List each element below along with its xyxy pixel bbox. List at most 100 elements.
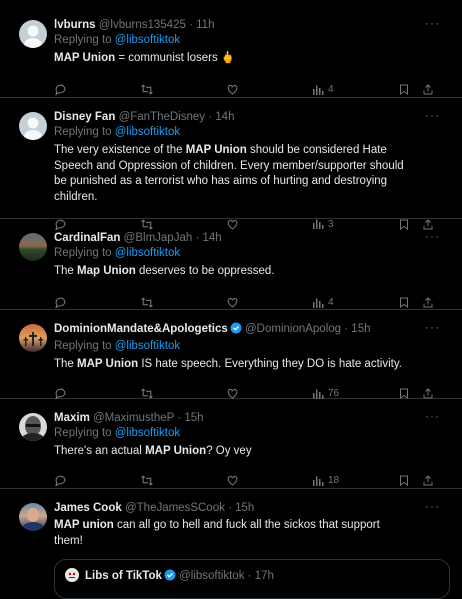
tweet-text: There's an actual MAP Union? Oy vey — [54, 444, 450, 460]
replying-prefix: Replying to — [54, 126, 115, 138]
more-options-icon[interactable]: ··· — [425, 230, 440, 242]
tweet-text: MAP union can all go to hell and fuck al… — [54, 518, 450, 549]
more-options-icon[interactable]: ··· — [425, 410, 440, 422]
bookmark-button[interactable] — [398, 296, 410, 309]
bookmark-icon — [400, 475, 408, 486]
user-handle[interactable]: @TheJamesSCook — [125, 502, 225, 514]
timestamp[interactable]: 14h — [215, 111, 234, 123]
reply-tweet[interactable]: CardinalFan @BlmJapJah · 14h ··· Replyin… — [0, 219, 462, 310]
share-icon — [423, 297, 433, 308]
bookmark-button[interactable] — [398, 83, 410, 96]
tweet-header: lvburns @lvburns135425 · 11h — [54, 18, 450, 32]
replying-to: Replying to @libsoftiktok — [54, 339, 450, 354]
like-button[interactable] — [226, 83, 254, 96]
replying-prefix: Replying to — [54, 247, 115, 259]
like-button[interactable] — [226, 296, 254, 309]
share-button[interactable] — [422, 83, 434, 96]
reply-tweet[interactable]: Maxim @MaximustheP · 15h ··· Replying to… — [0, 399, 462, 489]
like-button[interactable] — [226, 474, 254, 487]
tweet-header: DominionMandate&Apologetics @DominionApo… — [54, 322, 450, 338]
share-button[interactable] — [422, 296, 434, 309]
avatar[interactable] — [19, 503, 47, 531]
bookmark-icon — [400, 84, 408, 95]
retweet-icon — [141, 475, 153, 486]
retweet-button[interactable] — [140, 474, 168, 487]
user-handle[interactable]: @BlmJapJah — [124, 232, 193, 244]
retweet-button[interactable] — [140, 83, 168, 96]
display-name[interactable]: James Cook — [54, 502, 122, 514]
separator-dot: · — [195, 232, 200, 244]
tweet-text-bold: MAP Union — [54, 52, 116, 64]
bookmark-button[interactable] — [398, 474, 410, 487]
reply-button[interactable] — [54, 83, 82, 96]
avatar[interactable] — [19, 20, 47, 48]
separator-dot: · — [208, 111, 213, 123]
avatar[interactable] — [19, 413, 47, 441]
quoted-display-name[interactable]: Libs of TikTok — [85, 570, 162, 582]
views-button[interactable]: 4 — [312, 84, 340, 96]
quoted-tweet[interactable]: Libs of TikTok @libsoftiktok · 17h — [54, 559, 450, 599]
more-options-icon[interactable]: ··· — [425, 109, 440, 121]
separator-dot: · — [189, 19, 193, 31]
replying-to-user[interactable]: @libsoftiktok — [115, 340, 180, 352]
display-name[interactable]: Disney Fan — [54, 111, 115, 123]
views-icon — [313, 85, 324, 95]
more-options-icon[interactable]: ··· — [425, 17, 440, 29]
avatar[interactable] — [19, 112, 47, 140]
tweet-text-bold: MAP union — [54, 519, 114, 531]
replying-to-user[interactable]: @libsoftiktok — [115, 126, 180, 138]
timestamp[interactable]: 15h — [351, 323, 370, 335]
replying-to-user[interactable]: @libsoftiktok — [115, 247, 180, 259]
replying-to: Replying to @libsoftiktok — [54, 33, 450, 48]
quoted-timestamp[interactable]: 17h — [255, 570, 274, 582]
reply-button[interactable] — [54, 296, 82, 309]
separator-dot: · — [247, 570, 252, 582]
reply-icon — [55, 475, 66, 487]
quoted-avatar[interactable] — [65, 568, 79, 582]
tweet-text-pre: The very existence of the — [54, 144, 186, 156]
tweet-text-bold: Map Union — [77, 265, 136, 277]
replying-to-user[interactable]: @libsoftiktok — [115, 427, 180, 439]
reply-tweet[interactable]: lvburns @lvburns135425 · 11h ··· Replyin… — [0, 6, 462, 98]
user-handle[interactable]: @lvburns135425 — [99, 19, 186, 31]
timestamp[interactable]: 11h — [196, 19, 214, 31]
share-icon — [423, 475, 433, 486]
user-handle[interactable]: @FanTheDisney — [119, 111, 205, 123]
replying-to-user[interactable]: @libsoftiktok — [115, 34, 180, 46]
separator-dot: · — [177, 412, 182, 424]
replying-prefix: Replying to — [54, 34, 115, 46]
user-handle[interactable]: @DominionApolog — [245, 323, 341, 335]
timestamp[interactable]: 15h — [235, 502, 254, 514]
more-options-icon[interactable]: ··· — [425, 500, 440, 512]
reply-icon — [55, 297, 66, 309]
views-button[interactable]: 76 — [312, 388, 340, 400]
share-button[interactable] — [422, 474, 434, 487]
extra-actions — [398, 296, 434, 309]
reply-tweet[interactable]: James Cook @TheJamesSCook · 15h ··· MAP … — [0, 489, 462, 599]
views-icon — [313, 476, 324, 486]
reply-button[interactable] — [54, 474, 82, 487]
heart-icon — [227, 475, 238, 486]
avatar[interactable] — [19, 324, 47, 352]
timestamp[interactable]: 14h — [202, 232, 221, 244]
extra-actions — [398, 474, 434, 487]
reply-tweet[interactable]: Disney Fan @FanTheDisney · 14h ··· Reply… — [0, 98, 462, 230]
more-options-icon[interactable]: ··· — [425, 321, 440, 333]
display-name[interactable]: Maxim — [54, 412, 90, 424]
tweet-text: The MAP Union IS hate speech. Everything… — [54, 357, 450, 373]
quoted-user-handle[interactable]: @libsoftiktok — [179, 570, 244, 582]
views-button[interactable]: 18 — [312, 475, 340, 487]
display-name[interactable]: lvburns — [54, 19, 96, 31]
timestamp[interactable]: 15h — [184, 412, 203, 424]
extra-actions — [398, 83, 434, 96]
display-name[interactable]: CardinalFan — [54, 232, 120, 244]
display-name[interactable]: DominionMandate&Apologetics — [54, 323, 228, 335]
tweet-text-bold: MAP Union — [145, 445, 207, 457]
reply-tweet[interactable]: DominionMandate&Apologetics @DominionApo… — [0, 310, 462, 400]
avatar[interactable] — [19, 233, 47, 261]
replying-to: Replying to @libsoftiktok — [54, 426, 450, 441]
views-button[interactable]: 4 — [312, 297, 340, 309]
user-handle[interactable]: @MaximustheP — [93, 412, 174, 424]
tweet-header: CardinalFan @BlmJapJah · 14h — [54, 231, 450, 245]
retweet-button[interactable] — [140, 296, 168, 309]
